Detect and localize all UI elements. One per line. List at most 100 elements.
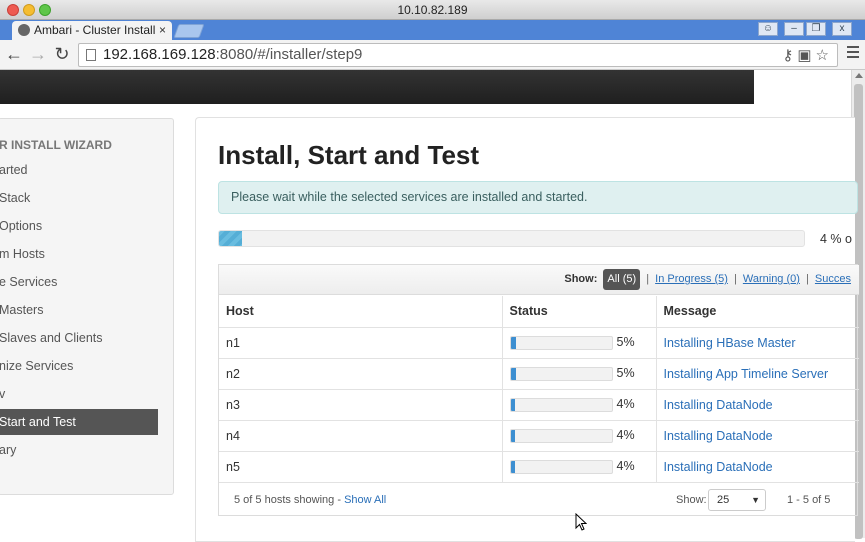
table-row: n4 4% Installing DataNode <box>219 420 859 452</box>
minimize-window-icon[interactable] <box>23 4 35 16</box>
hosts-table-container: Show: All (5) | In Progress (5) | Warnin… <box>218 264 859 516</box>
wizard-title: R INSTALL WIZARD <box>0 138 112 152</box>
status-cell: 4% <box>501 451 656 483</box>
sidebar-item-get-started[interactable]: arted <box>0 157 173 183</box>
sidebar-item-select-stack[interactable]: Stack <box>0 185 173 211</box>
message-cell: Installing App Timeline Server <box>655 358 859 390</box>
hosts-table: Host Status Message n1 5% Installing HBa… <box>219 296 859 483</box>
sidebar-item-summary[interactable]: ary <box>0 437 173 463</box>
zoom-window-icon[interactable] <box>39 4 51 16</box>
message-link[interactable]: Installing DataNode <box>664 429 773 443</box>
column-header-message[interactable]: Message <box>655 296 859 328</box>
page-size-value: 25 <box>717 494 730 506</box>
scroll-up-icon[interactable] <box>855 73 863 78</box>
forward-arrow-icon[interactable]: → <box>28 44 48 64</box>
menu-icon[interactable] <box>847 46 859 60</box>
status-cell: 4% <box>501 389 656 421</box>
filter-success[interactable]: Succes <box>815 273 851 285</box>
browser-toolbar: ← → ↻ 192.168.169.128:8080/#/installer/s… <box>0 40 865 70</box>
new-tab-button[interactable] <box>173 24 205 38</box>
host-progress-fill <box>510 336 516 349</box>
url-host: 192.168.169.128 <box>103 46 216 63</box>
table-row: n3 4% Installing DataNode <box>219 389 859 421</box>
page-title: Install, Start and Test <box>218 140 480 170</box>
sidebar-item-install-options[interactable]: Options <box>0 213 173 239</box>
column-header-status[interactable]: Status <box>501 296 656 328</box>
tab-title: Ambari - Cluster Install <box>34 23 156 37</box>
table-row: n1 5% Installing HBase Master <box>219 327 859 359</box>
host-progress-bar <box>509 428 613 443</box>
host-progress-fill <box>510 367 516 380</box>
page-icon <box>86 49 96 61</box>
sidebar-item-assign-slaves[interactable]: Slaves and Clients <box>0 325 173 351</box>
mouse-cursor-icon <box>575 513 587 531</box>
sidebar-item-review[interactable]: v <box>0 381 173 407</box>
column-header-host[interactable]: Host <box>219 296 502 328</box>
translate-icon[interactable]: ▣ <box>797 47 815 64</box>
host-progress-bar <box>509 335 613 350</box>
key-icon[interactable]: ⚷ <box>782 47 797 64</box>
filter-separator: | <box>646 273 650 285</box>
filter-separator: | <box>806 273 809 285</box>
close-window-icon[interactable] <box>7 4 19 16</box>
sidebar-item-customize-services[interactable]: nize Services <box>0 353 173 379</box>
omnibox-icons: ⚷▣☆ <box>782 45 833 67</box>
restore-icon[interactable]: ❐ <box>806 22 826 36</box>
hosts-showing-text: 5 of 5 hosts showing - Show All <box>234 494 387 506</box>
message-link[interactable]: Installing DataNode <box>664 460 773 474</box>
host-cell: n1 <box>219 327 502 359</box>
host-progress-bar <box>509 397 613 412</box>
host-progress-fill <box>510 460 515 473</box>
filter-separator: | <box>733 273 737 285</box>
message-link[interactable]: Installing HBase Master <box>664 336 796 350</box>
sidebar-item-install-start-test[interactable]: Start and Test <box>0 409 158 435</box>
host-cell: n2 <box>219 358 502 390</box>
status-cell: 5% <box>501 358 656 390</box>
sidebar-item-assign-masters[interactable]: Masters <box>0 297 173 323</box>
user-profile-icon[interactable]: ☺ <box>758 22 778 36</box>
host-cell: n3 <box>219 389 502 421</box>
message-cell: Installing DataNode <box>655 420 859 452</box>
page-size-select[interactable]: 25 ▼ <box>708 489 766 511</box>
table-row: n2 5% Installing App Timeline Server <box>219 358 859 390</box>
main-panel: Install, Start and Test Please wait whil… <box>195 117 859 542</box>
sidebar-item-confirm-hosts[interactable]: m Hosts <box>0 241 173 267</box>
filter-show-label: Show: <box>564 273 598 285</box>
tab-close-icon[interactable]: × <box>159 21 166 40</box>
reload-icon[interactable]: ↻ <box>52 44 72 64</box>
star-icon[interactable]: ☆ <box>816 47 833 64</box>
minimize-icon[interactable]: – <box>784 22 804 36</box>
message-cell: Installing DataNode <box>655 389 859 421</box>
status-cell: 4% <box>501 420 656 452</box>
message-link[interactable]: Installing DataNode <box>664 398 773 412</box>
filter-bar: Show: All (5) | In Progress (5) | Warnin… <box>219 265 859 295</box>
table-footer: 5 of 5 hosts showing - Show All Show: 25… <box>219 485 859 516</box>
message-link[interactable]: Installing App Timeline Server <box>664 367 829 381</box>
browser-tab[interactable]: Ambari - Cluster Install × <box>12 21 172 40</box>
filter-warning[interactable]: Warning (0) <box>743 273 800 285</box>
host-progress-label: 4% <box>616 459 635 474</box>
host-cell: n5 <box>219 451 502 483</box>
host-progress-label: 4% <box>616 397 635 412</box>
address-bar[interactable]: 192.168.169.128:8080/#/installer/step9 ⚷… <box>78 43 838 67</box>
sidebar-item-choose-services[interactable]: e Services <box>0 269 173 295</box>
overall-progress-fill <box>219 231 243 246</box>
os-window-title: 10.10.82.189 <box>397 3 468 17</box>
status-cell: 5% <box>501 327 656 359</box>
wizard-sidebar: R INSTALL WIZARD arted Stack Options m H… <box>0 118 174 495</box>
host-progress-bar <box>509 366 613 381</box>
host-progress-fill <box>510 429 515 442</box>
close-icon[interactable]: x <box>832 22 852 36</box>
ambari-favicon-icon <box>18 24 30 36</box>
app-header-bar <box>0 70 754 104</box>
table-row: n5 4% Installing DataNode <box>219 451 859 483</box>
filter-all[interactable]: All (5) <box>603 269 641 290</box>
show-all-link[interactable]: Show All <box>344 494 386 506</box>
overall-progress-bar <box>218 230 805 247</box>
message-cell: Installing DataNode <box>655 451 859 483</box>
overall-progress-label: 4 % o <box>820 232 852 246</box>
pagination-range: 1 - 5 of 5 <box>787 494 831 506</box>
filter-in-progress[interactable]: In Progress (5) <box>655 273 728 285</box>
back-arrow-icon[interactable]: ← <box>4 44 24 64</box>
dropdown-caret-icon: ▼ <box>751 495 760 505</box>
